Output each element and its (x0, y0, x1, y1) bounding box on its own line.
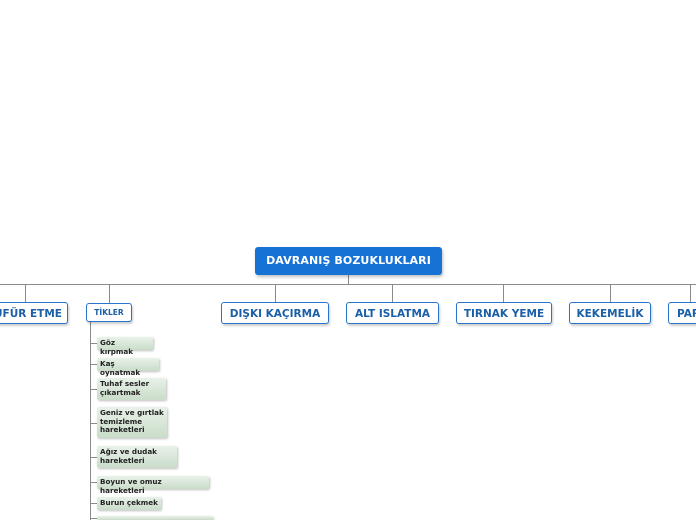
leaf-kas-oynatmak[interactable]: Kaş oynatmak (97, 358, 159, 376)
leaf-tuhaf-sesler[interactable]: Tuhaf sesler çıkartmak (97, 378, 166, 400)
root-topic[interactable]: DAVRANIŞ BOZUKLUKLARI (255, 247, 442, 275)
leaf-next-partial[interactable] (97, 516, 213, 520)
leaf-burun-cekmek[interactable]: Burun çekmek (97, 497, 161, 510)
branch-tikler[interactable]: TİKLER (86, 303, 132, 322)
leaf-boyun-omuz[interactable]: Boyun ve omuz hareketleri (97, 476, 209, 494)
leaf-goz-kirpmak[interactable]: Göz kırpmak (97, 337, 153, 355)
branch-kekemelik[interactable]: KEKEMELİK (569, 302, 651, 324)
mind-map-canvas: DAVRANIŞ BOZUKLUKLARI ÜFÜR ETME TİKLER D… (0, 0, 696, 520)
branch-diski-kacirma[interactable]: DIŞKI KAÇIRMA (221, 302, 329, 324)
leaf-agiz-dudak[interactable]: Ağız ve dudak hareketleri (97, 446, 177, 468)
leaf-geniz-girtlak[interactable]: Geniz ve gırtlak temizleme hareketleri (97, 407, 167, 438)
branch-alt-islatma[interactable]: ALT ISLATMA (346, 302, 439, 324)
branch-tufur-etme[interactable]: ÜFÜR ETME (0, 302, 68, 324)
branch-tirnak-yeme[interactable]: TIRNAK YEME (456, 302, 552, 324)
branch-par[interactable]: PAR (668, 302, 696, 324)
